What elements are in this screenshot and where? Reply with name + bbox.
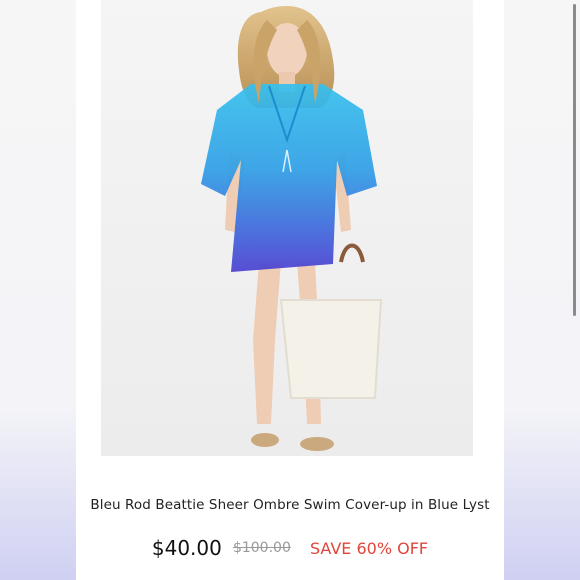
product-card[interactable]: Bleu Rod Beattie Sheer Ombre Swim Cover-…	[76, 0, 576, 580]
left-background-band	[0, 0, 76, 580]
current-price: $40.00	[151, 536, 222, 560]
product-image[interactable]	[101, 0, 473, 456]
price-row: $40.00 $100.00 SAVE 60% OFF	[76, 536, 504, 560]
scrollbar-thumb[interactable]	[573, 4, 576, 316]
right-background-band	[504, 0, 580, 580]
discount-label: SAVE 60% OFF	[309, 538, 429, 558]
product-title[interactable]: Bleu Rod Beattie Sheer Ombre Swim Cover-…	[76, 497, 504, 513]
product-photo-illustration	[101, 0, 473, 456]
original-price: $100.00	[232, 540, 291, 556]
